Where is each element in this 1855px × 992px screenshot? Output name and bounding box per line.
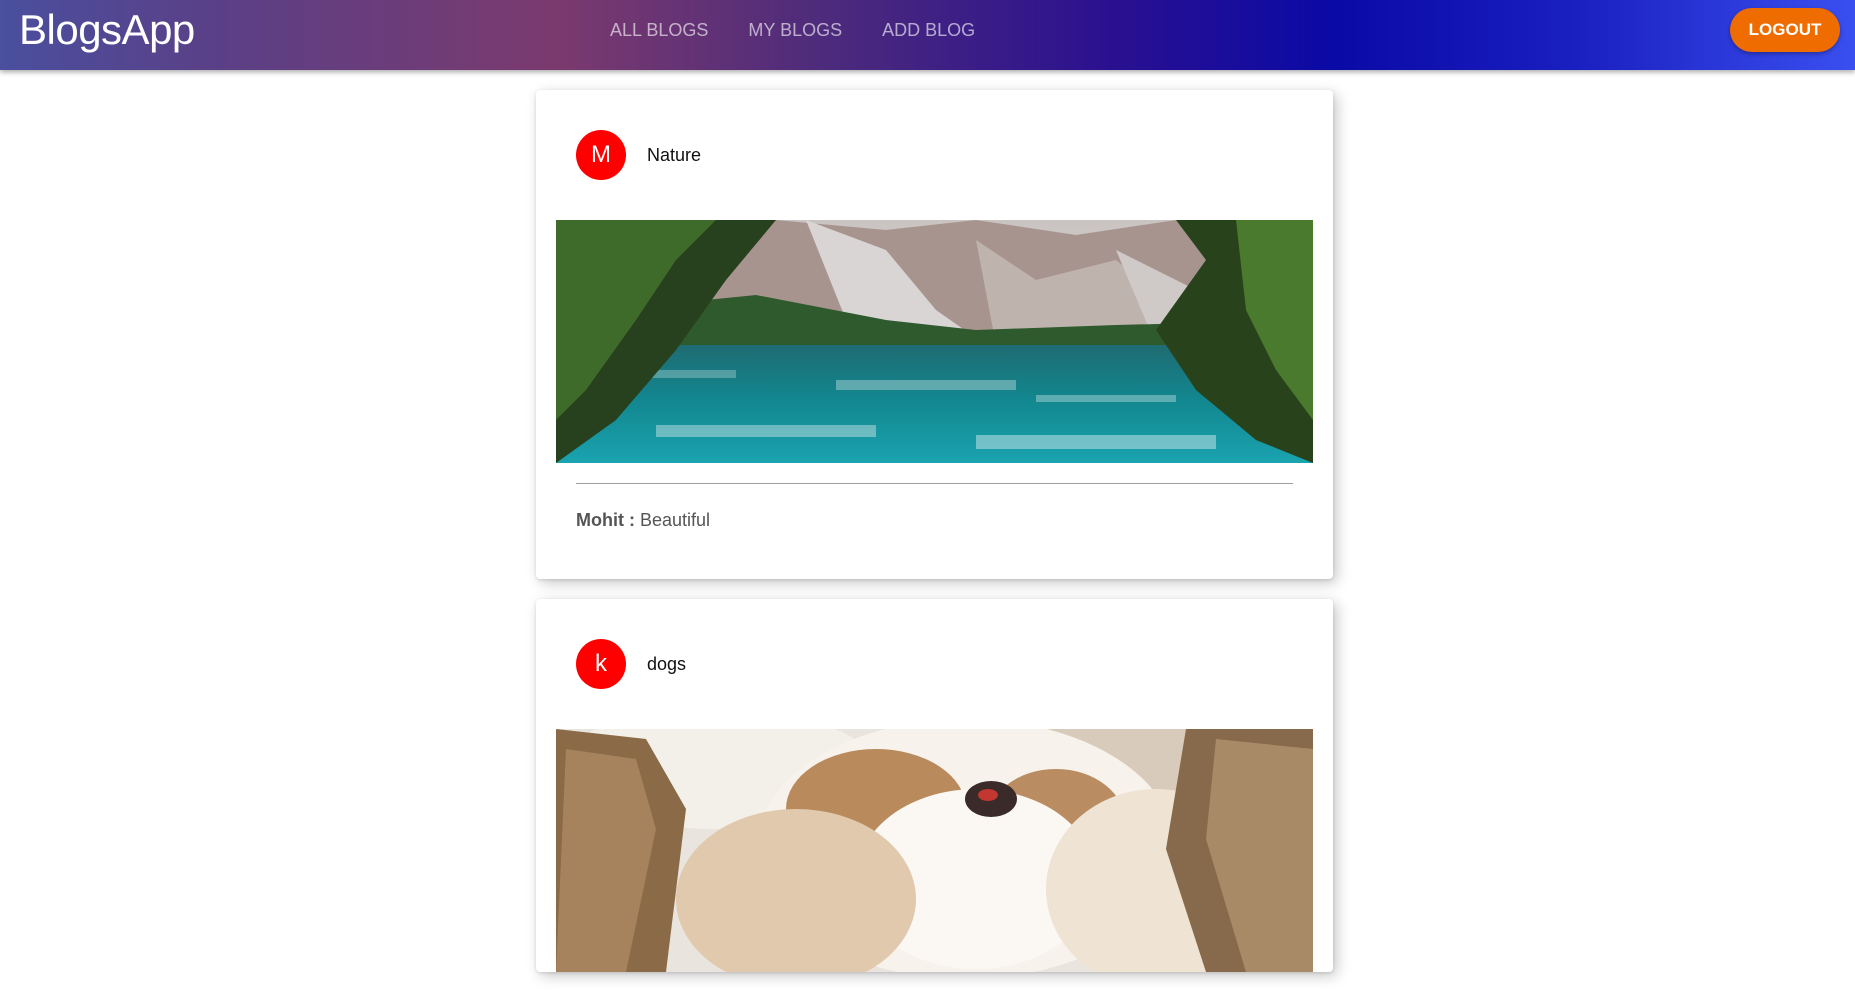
blog-image-nature [556, 220, 1313, 463]
tab-add-blog[interactable]: ADD BLOG [862, 0, 995, 60]
sleeping-puppies-image [556, 729, 1313, 972]
blog-image-dogs [556, 729, 1313, 972]
app-title[interactable]: BlogsApp [19, 6, 195, 54]
comment-separator: : [623, 510, 640, 530]
blog-card: M Nature Mohit: Beautiful [536, 90, 1333, 579]
blog-title: dogs [647, 653, 687, 674]
comment-author: Mohit [576, 510, 624, 530]
logout-button[interactable]: LOGOUT [1730, 8, 1840, 52]
blog-title: Nature [647, 144, 702, 165]
blog-card: k dogs [536, 599, 1333, 972]
blog-card-header: k dogs [536, 599, 1333, 729]
comment: Mohit : Beautiful [536, 484, 1333, 579]
mountain-lake-image [556, 220, 1313, 463]
app-bar: BlogsApp ALL BLOGS MY BLOGS ADD BLOG LOG… [0, 0, 1855, 70]
nav-tabs: ALL BLOGS MY BLOGS ADD BLOG [590, 0, 995, 60]
avatar: M [576, 130, 626, 180]
tab-my-blogs[interactable]: MY BLOGS [728, 0, 862, 60]
comment-text: Beautiful [639, 510, 711, 530]
tab-all-blogs[interactable]: ALL BLOGS [590, 0, 728, 60]
avatar: k [576, 639, 626, 689]
blog-card-header: M Nature [536, 90, 1333, 220]
